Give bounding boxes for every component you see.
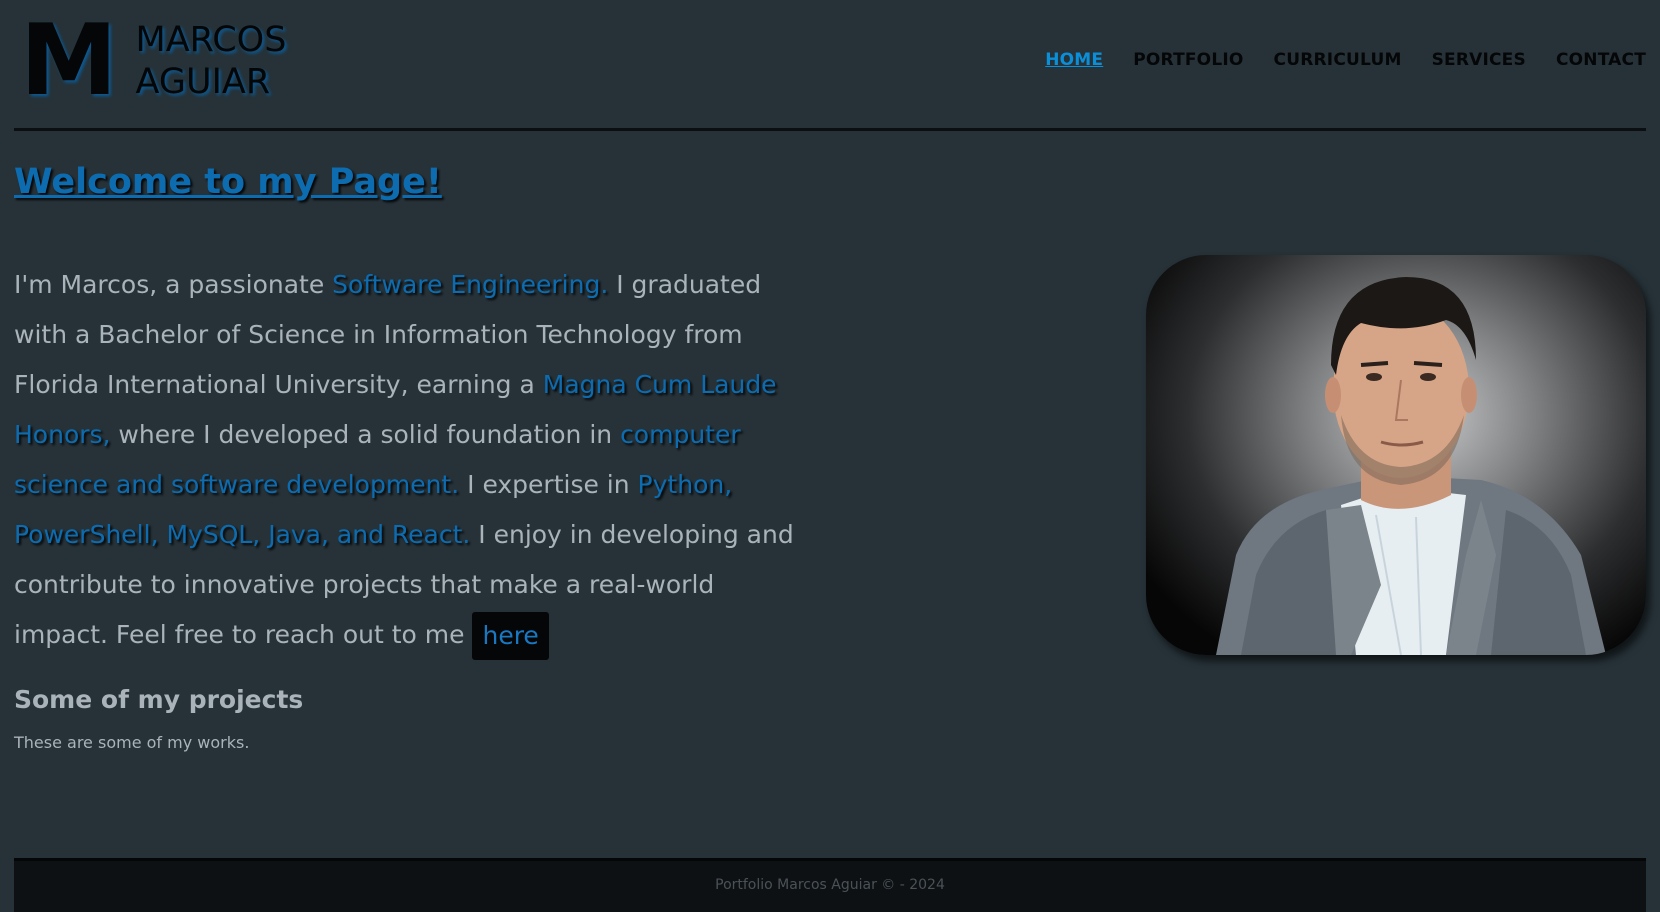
intro-text-3: where I developed a solid foundation in — [110, 420, 621, 449]
intro-text-4: I expertise in — [459, 470, 638, 499]
nav-home[interactable]: HOME — [1045, 50, 1103, 70]
logo-last-name: AGUIAR — [135, 62, 271, 102]
footer-copyright: Portfolio Marcos Aguiar © - 2024 — [715, 877, 945, 893]
site-logo[interactable]: M MARCOS AGUIAR — [20, 12, 286, 110]
site-header: M MARCOS AGUIAR HOME PORTFOLIO CURRICULU… — [14, 0, 1646, 131]
welcome-title: Welcome to my Page! — [14, 162, 442, 202]
nav-portfolio[interactable]: PORTFOLIO — [1133, 50, 1243, 70]
logo-name: MARCOS AGUIAR — [136, 19, 287, 103]
site-footer: Portfolio Marcos Aguiar © - 2024 — [14, 858, 1646, 912]
logo-monogram: M — [20, 4, 118, 118]
nav-contact[interactable]: CONTACT — [1556, 50, 1646, 70]
projects-subtitle: These are some of my works. — [14, 733, 250, 752]
profile-photo — [1146, 255, 1646, 655]
logo-first-name: MARCOS — [135, 20, 287, 60]
intro-highlight-1: Software Engineering. — [332, 270, 609, 299]
contact-here-link[interactable]: here — [472, 612, 549, 660]
nav-services[interactable]: SERVICES — [1432, 50, 1526, 70]
intro-text-1: I'm Marcos, a passionate — [14, 270, 333, 299]
main-nav: HOME PORTFOLIO CURRICULUM SERVICES CONTA… — [1045, 50, 1646, 70]
portrait-illustration — [1216, 277, 1606, 655]
projects-title: Some of my projects — [14, 685, 304, 714]
nav-curriculum[interactable]: CURRICULUM — [1274, 50, 1402, 70]
page: M MARCOS AGUIAR HOME PORTFOLIO CURRICULU… — [0, 0, 1660, 912]
intro-paragraph: I'm Marcos, a passionate Software Engine… — [14, 260, 814, 660]
